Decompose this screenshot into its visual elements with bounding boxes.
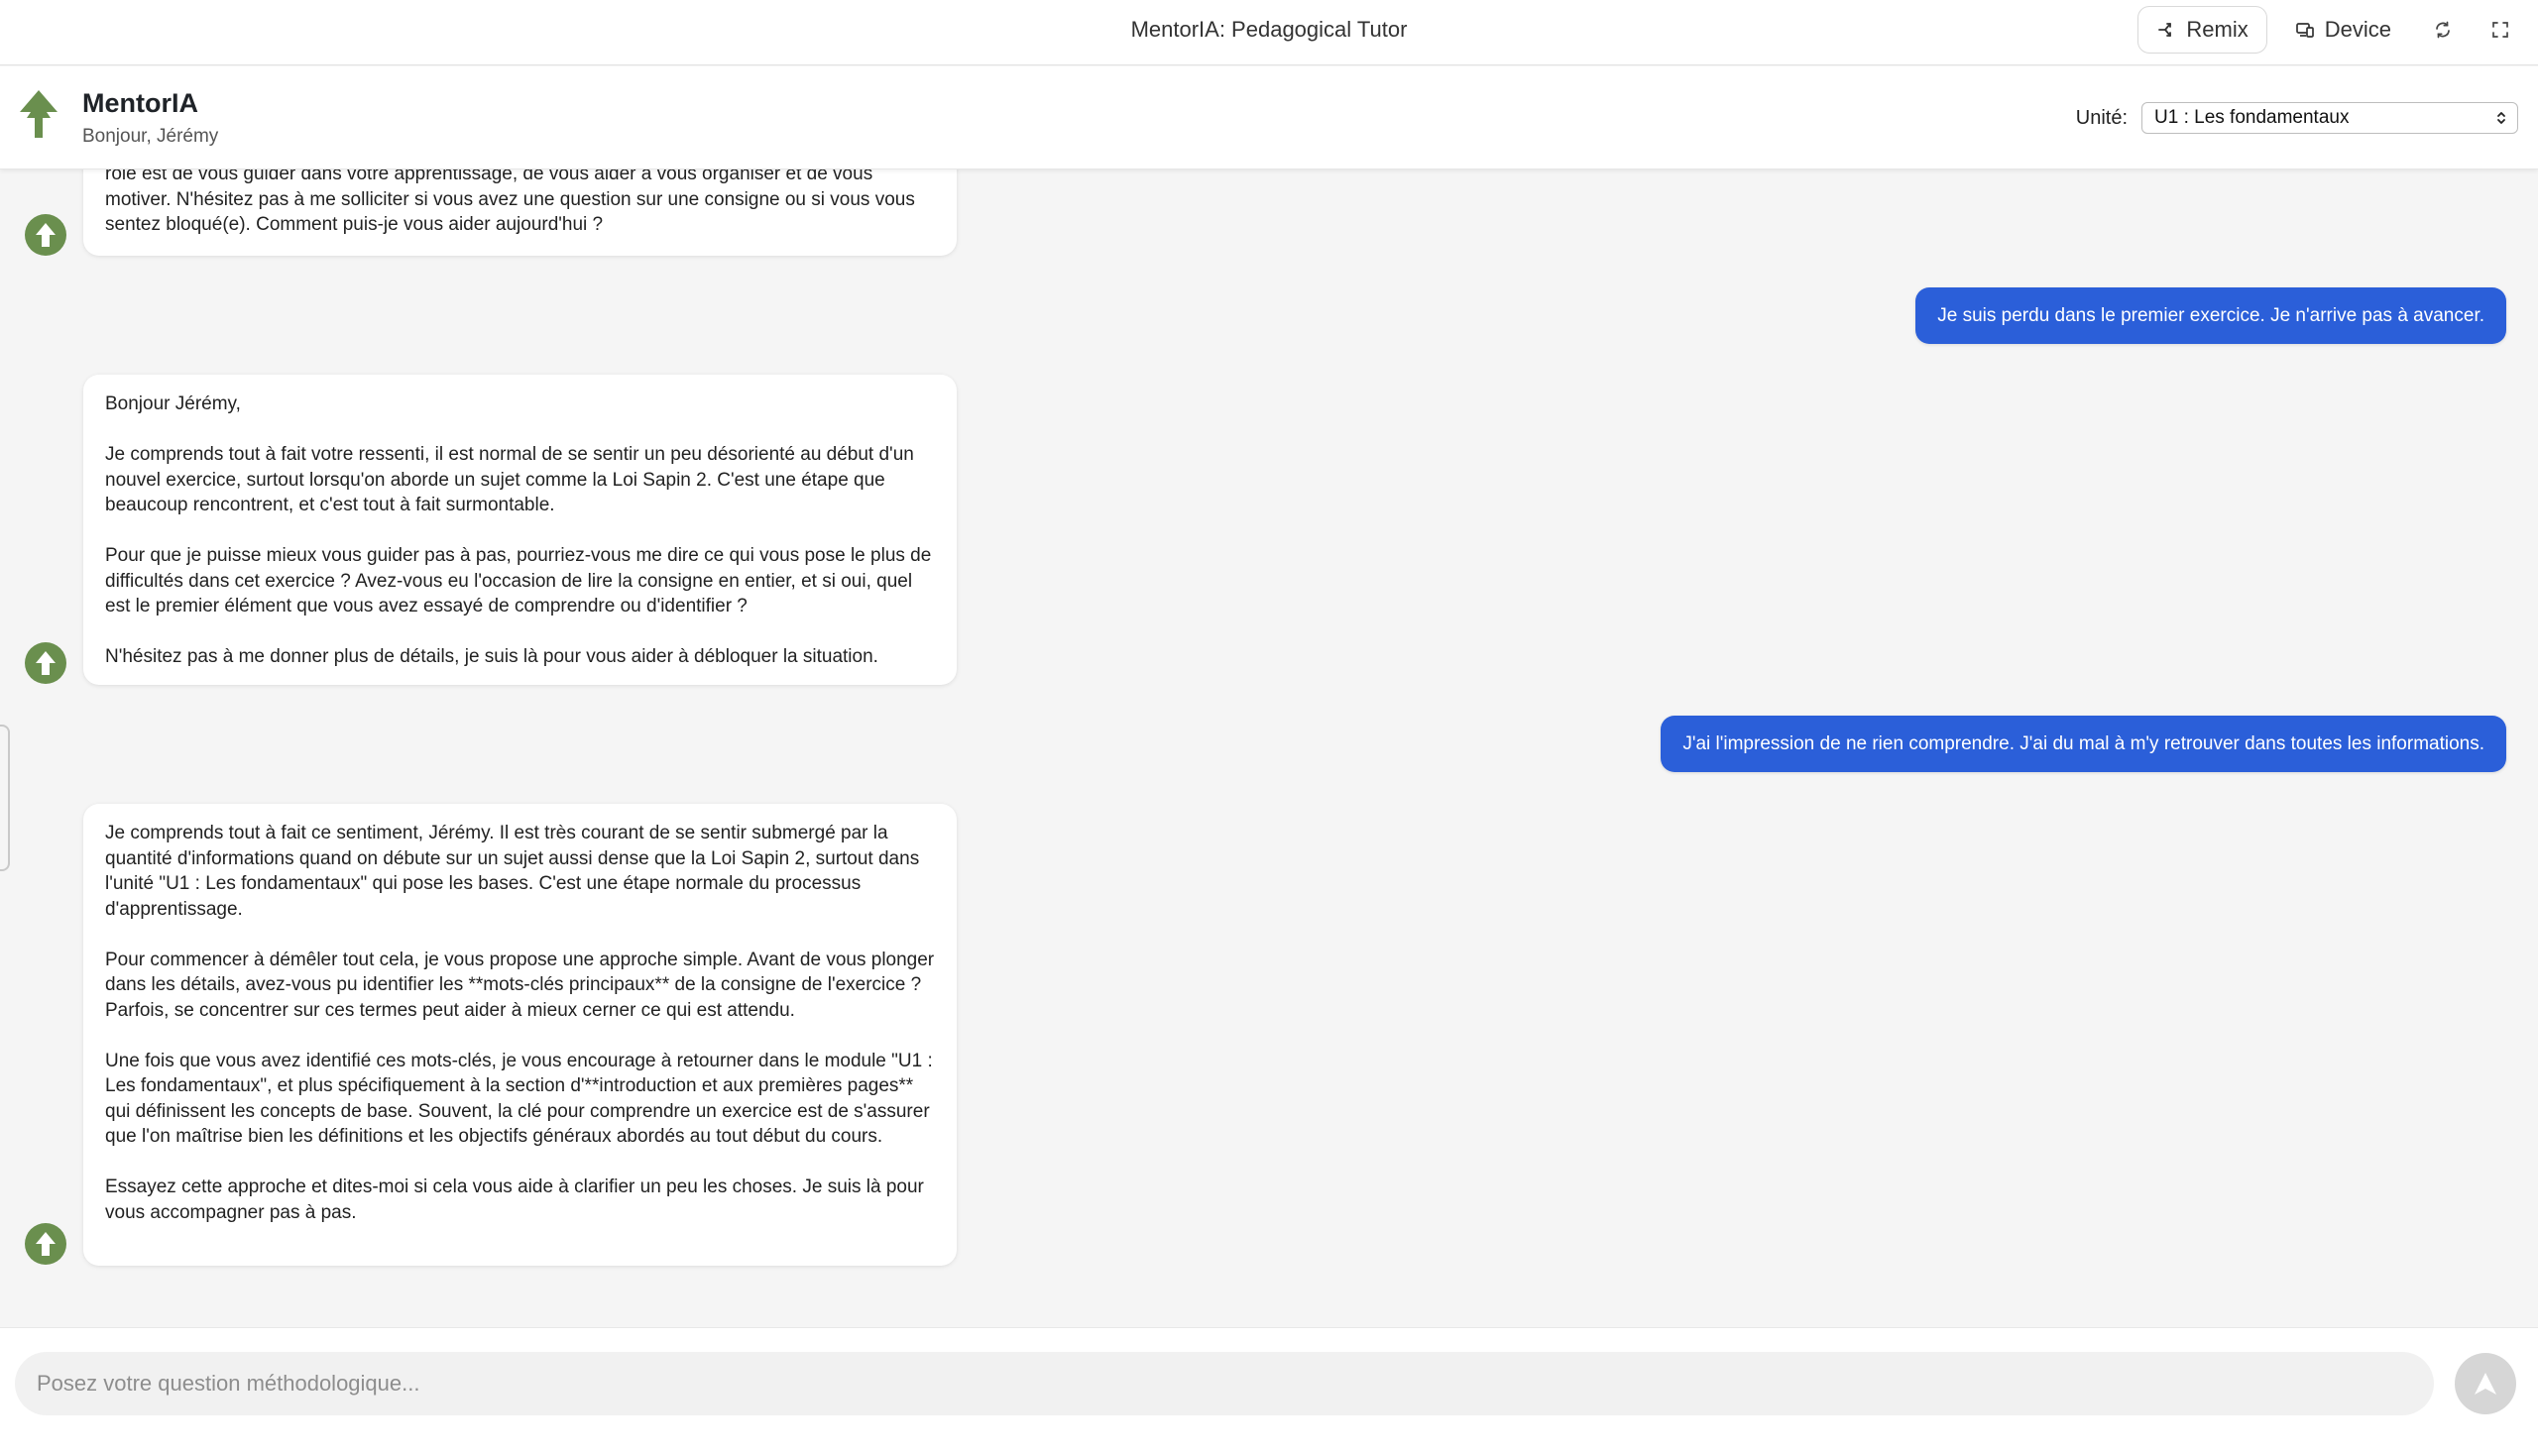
device-button[interactable]: Device xyxy=(2276,6,2409,54)
tree-logo-icon xyxy=(36,651,56,675)
bot-avatar xyxy=(25,1223,66,1265)
refresh-button[interactable] xyxy=(2419,6,2467,54)
fullscreen-icon xyxy=(2492,22,2508,38)
message-paragraph: Pour que je puisse mieux vous guider pas… xyxy=(105,545,932,616)
chat-thread[interactable]: rôle est de vous guider dans votre appre… xyxy=(0,169,2538,1327)
composer xyxy=(0,1327,2538,1456)
send-icon xyxy=(2475,1373,2496,1395)
user-greeting: Bonjour, Jérémy xyxy=(82,126,219,147)
message-paragraph: N'hésitez pas à me donner plus de détail… xyxy=(105,646,878,667)
remix-label: Remix xyxy=(2186,17,2249,42)
bot-message: rôle est de vous guider dans votre appre… xyxy=(83,169,957,256)
tree-logo-icon xyxy=(36,223,56,247)
bot-avatar xyxy=(25,642,66,684)
message-paragraph: Essayez cette approche et dites-moi si c… xyxy=(105,1176,924,1223)
side-panel-handle[interactable] xyxy=(0,725,10,871)
bot-avatar xyxy=(25,214,66,256)
message-paragraph: Une fois que vous avez identifié ces mot… xyxy=(105,1050,933,1148)
message-paragraph: rôle est de vous guider dans votre appre… xyxy=(105,169,915,235)
chevron-updown-icon xyxy=(2497,112,2505,124)
remix-icon xyxy=(2158,23,2172,37)
remix-button[interactable]: Remix xyxy=(2137,6,2267,54)
refresh-icon xyxy=(2436,21,2450,39)
message-paragraph: Je comprends tout à fait ce sentiment, J… xyxy=(105,823,920,920)
message-paragraph: Je comprends tout à fait votre ressenti,… xyxy=(105,444,914,515)
device-label: Device xyxy=(2324,17,2391,42)
user-message: J'ai l'impression de ne rien comprendre.… xyxy=(1661,716,2506,772)
unit-selected-value: U1 : Les fondamentaux xyxy=(2154,107,2350,128)
tree-logo-icon xyxy=(36,1232,56,1256)
window-actions: Remix Device xyxy=(2137,6,2524,54)
unit-select[interactable]: U1 : Les fondamentaux xyxy=(2141,102,2518,134)
user-message: Je suis perdu dans le premier exercice. … xyxy=(1915,287,2506,344)
device-icon xyxy=(2295,23,2314,38)
send-button[interactable] xyxy=(2455,1353,2516,1414)
window-topbar: MentorIA: Pedagogical Tutor Remix Device xyxy=(0,0,2538,65)
message-paragraph: Pour commencer à démêler tout cela, je v… xyxy=(105,949,935,1021)
app-header: MentorIA Bonjour, Jérémy Unité: U1 : Les… xyxy=(0,66,2538,169)
bot-message: Bonjour Jérémy, Je comprends tout à fait… xyxy=(83,375,957,685)
unit-selector: Unité: U1 : Les fondamentaux xyxy=(2076,102,2518,134)
app-name: MentorIA xyxy=(82,88,198,118)
unit-label: Unité: xyxy=(2075,106,2128,129)
message-input[interactable] xyxy=(15,1352,2434,1415)
message-paragraph: Bonjour Jérémy, xyxy=(105,393,241,414)
tree-logo-icon xyxy=(20,90,58,138)
fullscreen-button[interactable] xyxy=(2477,6,2524,54)
bot-message: Je comprends tout à fait ce sentiment, J… xyxy=(83,804,957,1266)
